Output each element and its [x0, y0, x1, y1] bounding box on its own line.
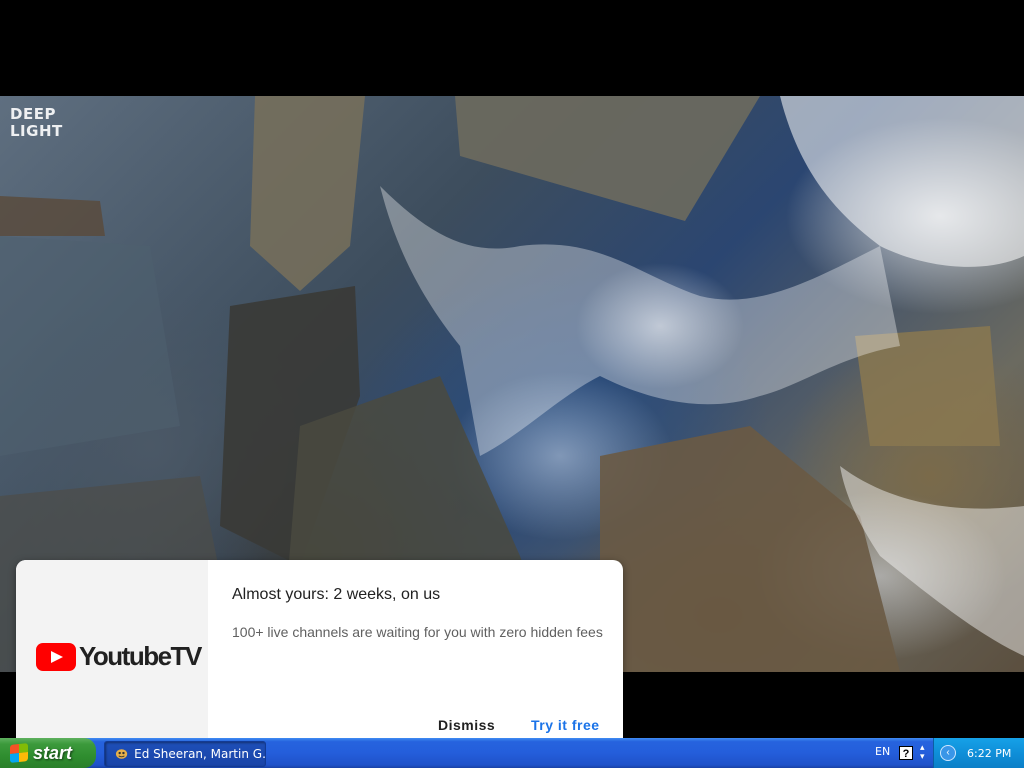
help-icon[interactable]: ?: [899, 746, 913, 760]
youtube-tv-wordmark: YoutubeTV: [79, 641, 202, 671]
dismiss-button[interactable]: Dismiss: [438, 717, 495, 733]
promo-logo-panel: YoutubeTV: [16, 560, 208, 738]
media-player-icon: [115, 749, 128, 759]
clock: 6:22 PM: [967, 747, 1012, 760]
start-button[interactable]: start: [0, 738, 96, 768]
taskbar-window-button[interactable]: Ed Sheeran, Martin G...: [104, 741, 266, 767]
show-hidden-icons-icon[interactable]: ‹: [940, 745, 956, 761]
channel-watermark: DEEP LIGHT: [10, 106, 63, 140]
watermark-line-1: DEEP: [10, 105, 56, 123]
windows-logo-icon: [10, 743, 28, 763]
taskbar: start Ed Sheeran, Martin G...: [0, 738, 1024, 768]
taskbar-window-label: Ed Sheeran, Martin G...: [134, 747, 265, 761]
youtube-tv-promo-card: YoutubeTV Almost yours: 2 weeks, on us 1…: [16, 560, 623, 738]
promo-description: 100+ live channels are waiting for you w…: [232, 624, 603, 640]
try-it-free-button[interactable]: Try it free: [531, 717, 600, 733]
start-label: start: [33, 742, 73, 763]
language-indicator[interactable]: EN: [875, 745, 890, 758]
promo-title: Almost yours: 2 weeks, on us: [232, 586, 441, 603]
youtube-tv-logo: YoutubeTV: [36, 641, 202, 672]
youtube-play-icon: [36, 642, 76, 671]
input-switch-icon[interactable]: ▴ ▾: [920, 743, 925, 761]
watermark-line-2: LIGHT: [10, 122, 63, 140]
